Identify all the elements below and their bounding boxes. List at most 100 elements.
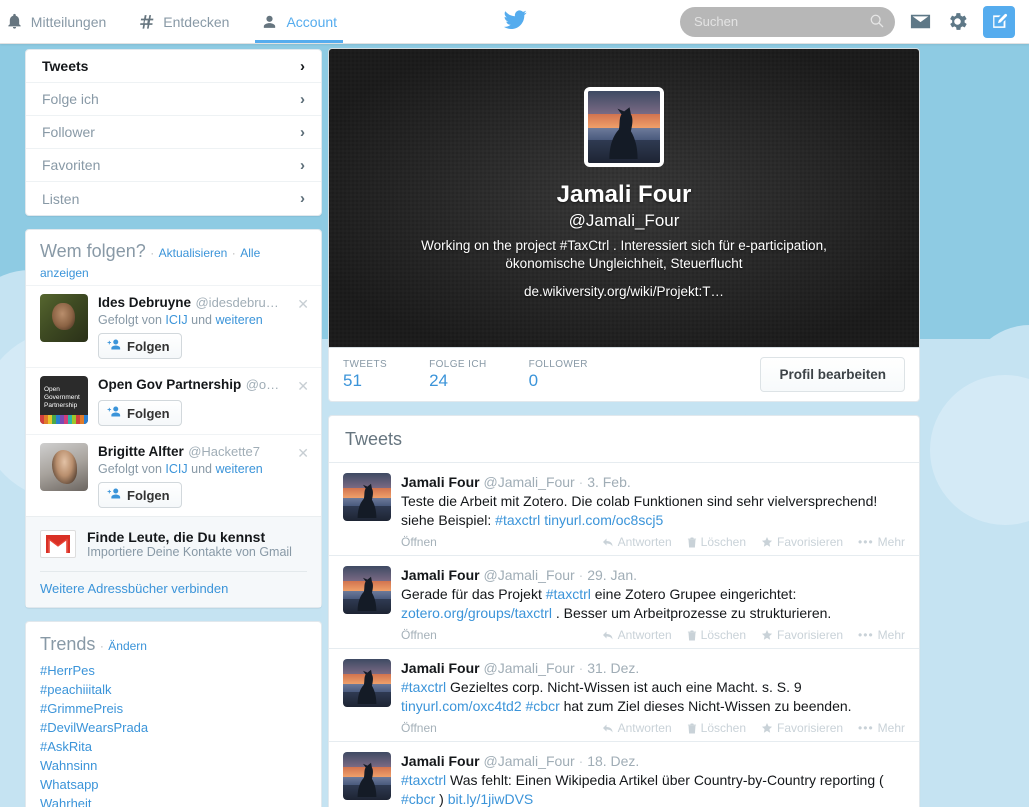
tweet-timestamp[interactable]: 31. Dez.: [587, 660, 639, 676]
reply-arrow-icon: [602, 724, 613, 732]
tweet-timestamp[interactable]: 29. Jan.: [587, 567, 637, 583]
tweet-row[interactable]: Jamali Four @Jamali_Four · 3. Feb. Teste…: [329, 463, 919, 556]
tweet-text: Gerade für das Projekt #taxctrl eine Zot…: [401, 585, 905, 623]
sidebar-item-tweets[interactable]: Tweets ›: [26, 50, 321, 83]
delete-action[interactable]: Löschen: [687, 628, 746, 642]
tweet-author-name[interactable]: Jamali Four: [401, 567, 480, 583]
trend-item[interactable]: #GrimmePreis: [26, 699, 321, 718]
stat-followers[interactable]: FOLLOWER 0: [529, 359, 588, 391]
search-input[interactable]: [680, 6, 895, 37]
sidebar-item-listen[interactable]: Listen ›: [26, 182, 321, 215]
avatar[interactable]: [40, 294, 88, 342]
sidebar-item-follower[interactable]: Follower ›: [26, 116, 321, 149]
reply-action[interactable]: Antworten: [602, 628, 672, 642]
tweet-author-name[interactable]: Jamali Four: [401, 660, 480, 676]
reply-action[interactable]: Antworten: [602, 535, 672, 549]
avatar[interactable]: Open Government Partnership: [40, 376, 88, 424]
context-more-link[interactable]: weiteren: [215, 462, 262, 476]
open-tweet-link[interactable]: Öffnen: [401, 628, 437, 642]
dismiss-suggestion-icon[interactable]: ✕: [297, 445, 309, 462]
tweet-hashtag-link[interactable]: #taxctrl: [495, 512, 540, 528]
tweet-hashtag-link[interactable]: #cbcr: [526, 698, 560, 714]
tweet-author-handle[interactable]: @Jamali_Four: [483, 660, 574, 676]
tweet-url-link[interactable]: bit.ly/1jiwDVS: [448, 791, 534, 807]
open-tweet-link[interactable]: Öffnen: [401, 535, 437, 549]
dismiss-suggestion-icon[interactable]: ✕: [297, 378, 309, 395]
tweet-author-handle[interactable]: @Jamali_Four: [483, 474, 574, 490]
delete-action[interactable]: Löschen: [687, 535, 746, 549]
favorite-action[interactable]: Favorisieren: [761, 721, 843, 735]
suggestion-name[interactable]: Ides Debruyne: [98, 295, 191, 310]
tweet-hashtag-link[interactable]: #taxctrl: [546, 586, 591, 602]
follow-button[interactable]: Folgen: [98, 333, 182, 359]
follow-button[interactable]: Folgen: [98, 400, 182, 426]
suggestion-name[interactable]: Brigitte Alfter: [98, 444, 184, 459]
trend-item[interactable]: #DevilWearsPrada: [26, 718, 321, 737]
profile-website-link[interactable]: de.wikiversity.org/wiki/Projekt:T…: [524, 284, 724, 299]
nav-item-mitteilungen[interactable]: Mitteilungen: [0, 0, 122, 43]
edit-profile-button[interactable]: Profil bearbeiten: [760, 357, 905, 392]
favorite-action[interactable]: Favorisieren: [761, 628, 843, 642]
avatar[interactable]: [40, 443, 88, 491]
tweet-row[interactable]: Jamali Four @Jamali_Four · 18. Dez. #tax…: [329, 742, 919, 807]
trend-item[interactable]: Wahnsinn: [26, 756, 321, 775]
avatar[interactable]: [343, 752, 391, 800]
change-trends-link[interactable]: Ändern: [108, 639, 147, 653]
reply-action[interactable]: Antworten: [602, 721, 672, 735]
tweet-url-link[interactable]: zotero.org/groups/taxctrl: [401, 605, 552, 621]
tweet-text: #taxctrl Was fehlt: Einen Wikipedia Arti…: [401, 771, 905, 807]
nav-item-entdecken[interactable]: Entdecken: [122, 0, 245, 43]
compose-tweet-button[interactable]: [983, 5, 1015, 38]
trend-item[interactable]: #HerrPes: [26, 661, 321, 680]
more-action[interactable]: ••• Mehr: [858, 721, 905, 735]
tweet-author-name[interactable]: Jamali Four: [401, 474, 480, 490]
suggestion-handle[interactable]: @o…: [246, 377, 279, 392]
avatar[interactable]: [343, 566, 391, 614]
connect-more-addressbooks-link[interactable]: Weitere Adressbücher verbinden: [40, 571, 307, 607]
context-more-link[interactable]: weiteren: [215, 313, 262, 327]
import-gmail-row[interactable]: Finde Leute, die Du kennst Importiere De…: [40, 529, 307, 571]
tweet-author-name[interactable]: Jamali Four: [401, 753, 480, 769]
sidebar-item-favoriten[interactable]: Favoriten ›: [26, 149, 321, 182]
suggestion-handle[interactable]: @idesdebru…: [195, 295, 278, 310]
messages-icon[interactable]: [909, 10, 932, 33]
search-box[interactable]: [680, 6, 895, 37]
tweet-hashtag-link[interactable]: #cbcr: [401, 791, 435, 807]
avatar[interactable]: [343, 473, 391, 521]
dismiss-suggestion-icon[interactable]: ✕: [297, 296, 309, 313]
favorite-action[interactable]: Favorisieren: [761, 535, 843, 549]
profile-avatar[interactable]: [584, 87, 664, 167]
suggestion-name[interactable]: Open Gov Partnership: [98, 377, 241, 392]
avatar[interactable]: [343, 659, 391, 707]
context-mid: und: [191, 313, 212, 327]
follow-button[interactable]: Folgen: [98, 482, 182, 508]
settings-gear-icon[interactable]: [946, 10, 969, 33]
more-action[interactable]: ••• Mehr: [858, 535, 905, 549]
tweet-row[interactable]: Jamali Four @Jamali_Four · 29. Jan. Gera…: [329, 556, 919, 649]
more-action[interactable]: ••• Mehr: [858, 628, 905, 642]
tweet-row[interactable]: Jamali Four @Jamali_Four · 31. Dez. #tax…: [329, 649, 919, 742]
nav-item-account[interactable]: Account: [245, 0, 353, 43]
tweet-timestamp[interactable]: 3. Feb.: [587, 474, 631, 490]
delete-action[interactable]: Löschen: [687, 721, 746, 735]
tweet-url-link[interactable]: tinyurl.com/oxc4td2: [401, 698, 522, 714]
context-link[interactable]: ICIJ: [165, 462, 187, 476]
trend-item[interactable]: Whatsapp: [26, 775, 321, 794]
refresh-suggestions-link[interactable]: Aktualisieren: [159, 246, 228, 260]
tweet-hashtag-link[interactable]: #taxctrl: [401, 772, 446, 788]
twitter-bird-logo[interactable]: [501, 8, 529, 37]
trend-item[interactable]: Wahrheit: [26, 794, 321, 807]
open-tweet-link[interactable]: Öffnen: [401, 721, 437, 735]
trend-item[interactable]: #AskRita: [26, 737, 321, 756]
sidebar-item-folge-ich[interactable]: Folge ich ›: [26, 83, 321, 116]
tweet-hashtag-link[interactable]: #taxctrl: [401, 679, 446, 695]
stat-tweets[interactable]: TWEETS 51: [343, 359, 387, 391]
stat-following[interactable]: FOLGE ICH 24: [429, 359, 487, 391]
tweet-timestamp[interactable]: 18. Dez.: [587, 753, 639, 769]
trend-item[interactable]: #peachiiitalk: [26, 680, 321, 699]
suggestion-handle[interactable]: @Hackette7: [188, 444, 260, 459]
tweet-url-link[interactable]: tinyurl.com/oc8scj5: [544, 512, 663, 528]
context-link[interactable]: ICIJ: [165, 313, 187, 327]
tweet-author-handle[interactable]: @Jamali_Four: [483, 567, 574, 583]
tweet-author-handle[interactable]: @Jamali_Four: [483, 753, 574, 769]
